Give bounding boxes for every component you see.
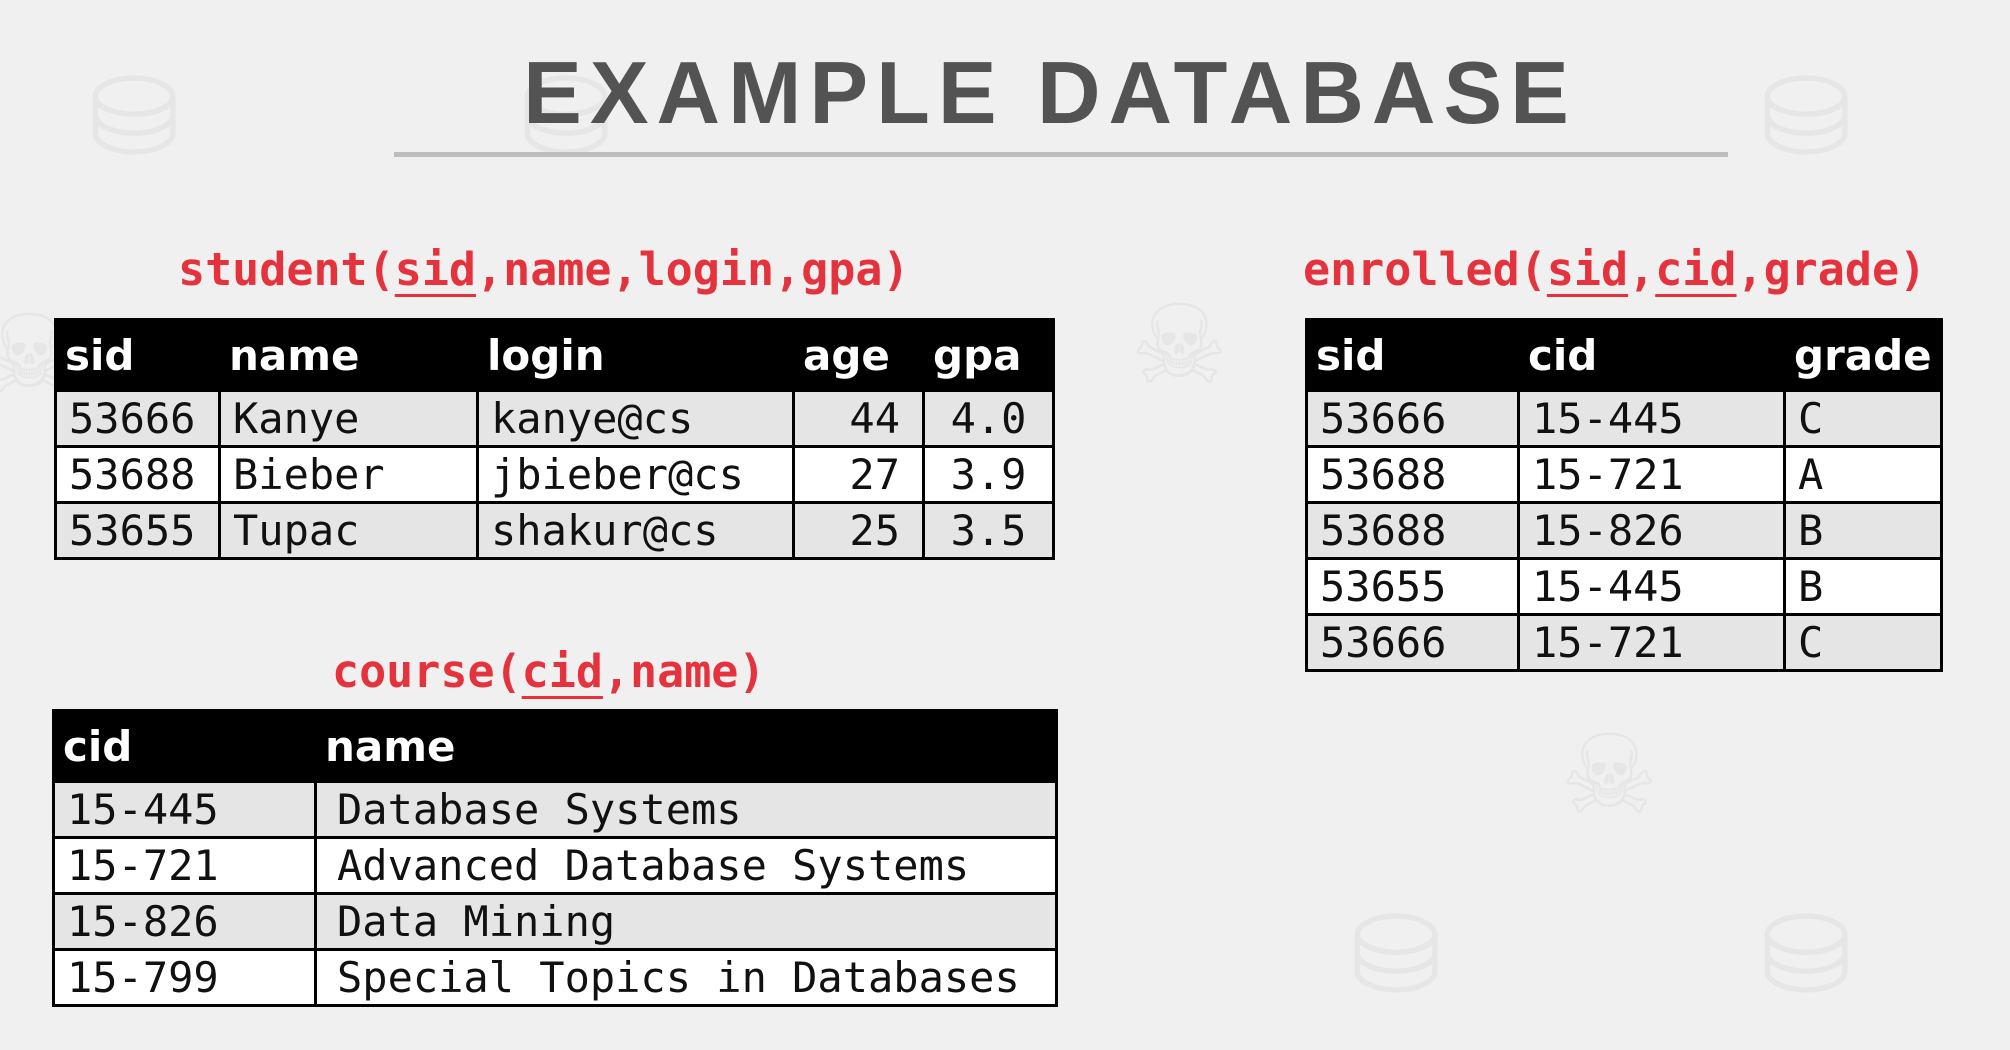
student-table: sid name login age gpa 53666 Kanye kanye… (54, 318, 1055, 560)
course-table: cid name 15-445 Database Systems 15-721 … (52, 709, 1058, 1007)
schema-paren: ( (367, 243, 395, 296)
table-row: 53688 Bieber jbieber@cs 27 3.9 (54, 445, 1055, 504)
skull-watermark-icon: ☠ (1130, 281, 1229, 409)
schema-paren: ) (1899, 243, 1927, 296)
table-cell: Bieber (218, 445, 479, 504)
table-cell: Tupac (218, 501, 479, 560)
page-title: EXAMPLE DATABASE (523, 43, 1577, 142)
schema-relation-name: enrolled (1303, 243, 1520, 296)
table-cell: 3.9 (922, 445, 1055, 504)
table-cell: 53666 (1305, 389, 1520, 448)
table-cell: 53688 (54, 445, 221, 504)
table-cell: 15-445 (1517, 389, 1786, 448)
column-header: cid (52, 709, 317, 783)
table-row: 53688 15-721 A (1305, 445, 1943, 504)
table-row: 15-826 Data Mining (52, 892, 1058, 951)
schema-separator: , (1628, 243, 1656, 296)
table-cell: 53688 (1305, 445, 1520, 504)
table-cell: Special Topics in Databases (314, 948, 1058, 1007)
course-schema-label: course(cid,name) (332, 645, 766, 698)
table-cell: 53655 (54, 501, 221, 560)
schema-paren: ( (494, 645, 522, 698)
column-header: gpa (922, 318, 1055, 392)
database-watermark-icon: ⛁ (1350, 891, 1443, 1019)
table-header-row: sid cid grade (1305, 318, 1943, 392)
column-header: name (314, 709, 1058, 783)
column-header: age (792, 318, 925, 392)
table-cell: B (1783, 557, 1943, 616)
table-cell: 15-445 (1517, 557, 1786, 616)
schema-attributes: ,name,login,gpa (476, 243, 883, 296)
table-cell: A (1783, 445, 1943, 504)
table-header-row: cid name (52, 709, 1058, 783)
column-header: sid (54, 318, 221, 392)
schema-primary-key: sid (1546, 243, 1629, 296)
column-header: grade (1783, 318, 1943, 392)
table-cell: 3.5 (922, 501, 1055, 560)
table-cell: 53655 (1305, 557, 1520, 616)
schema-primary-key: sid (394, 243, 477, 296)
schema-relation-name: course (332, 645, 495, 698)
table-cell: Kanye (218, 389, 479, 448)
table-cell: jbieber@cs (476, 445, 795, 504)
table-cell: 44 (792, 389, 925, 448)
table-cell: C (1783, 613, 1943, 672)
table-row: 53666 15-721 C (1305, 613, 1943, 672)
enrolled-table: sid cid grade 53666 15-445 C 53688 15-72… (1305, 318, 1943, 672)
schema-paren: ) (882, 243, 910, 296)
table-cell: C (1783, 389, 1943, 448)
table-cell: 15-826 (52, 892, 317, 951)
table-cell: 15-826 (1517, 501, 1786, 560)
table-cell: 15-799 (52, 948, 317, 1007)
student-schema-label: student(sid,name,login,gpa) (178, 243, 910, 296)
table-cell: B (1783, 501, 1943, 560)
table-row: 15-445 Database Systems (52, 780, 1058, 839)
enrolled-schema-label: enrolled(sid,cid,grade) (1303, 243, 1926, 296)
table-row: 53666 Kanye kanye@cs 44 4.0 (54, 389, 1055, 448)
column-header: name (218, 318, 479, 392)
table-cell: 15-721 (1517, 613, 1786, 672)
table-row: 53655 Tupac shakur@cs 25 3.5 (54, 501, 1055, 560)
table-cell: kanye@cs (476, 389, 795, 448)
table-cell: 53666 (1305, 613, 1520, 672)
table-row: 53688 15-826 B (1305, 501, 1943, 560)
table-row: 53655 15-445 B (1305, 557, 1943, 616)
schema-paren: ) (738, 645, 766, 698)
table-cell: 15-721 (52, 836, 317, 895)
table-cell: 27 (792, 445, 925, 504)
table-cell: 15-721 (1517, 445, 1786, 504)
schema-relation-name: student (178, 243, 368, 296)
schema-paren: ( (1519, 243, 1547, 296)
table-cell: 53688 (1305, 501, 1520, 560)
table-cell: Database Systems (314, 780, 1058, 839)
table-cell: 25 (792, 501, 925, 560)
table-header-row: sid name login age gpa (54, 318, 1055, 392)
schema-primary-key: cid (1655, 243, 1737, 296)
table-cell: shakur@cs (476, 501, 795, 560)
table-cell: Data Mining (314, 892, 1058, 951)
table-row: 15-721 Advanced Database Systems (52, 836, 1058, 895)
table-cell: 4.0 (922, 389, 1055, 448)
column-header: sid (1305, 318, 1520, 392)
title-divider (394, 152, 1728, 157)
schema-attributes: ,name (602, 645, 739, 698)
skull-watermark-icon: ☠ (1560, 711, 1659, 839)
table-cell: 53666 (54, 389, 221, 448)
table-cell: Advanced Database Systems (314, 836, 1058, 895)
table-row: 15-799 Special Topics in Databases (52, 948, 1058, 1007)
database-watermark-icon: ⛁ (1760, 891, 1853, 1019)
table-cell: 15-445 (52, 780, 317, 839)
schema-attributes: ,grade (1736, 243, 1900, 296)
table-row: 53666 15-445 C (1305, 389, 1943, 448)
column-header: login (476, 318, 795, 392)
schema-primary-key: cid (521, 645, 603, 698)
column-header: cid (1517, 318, 1786, 392)
